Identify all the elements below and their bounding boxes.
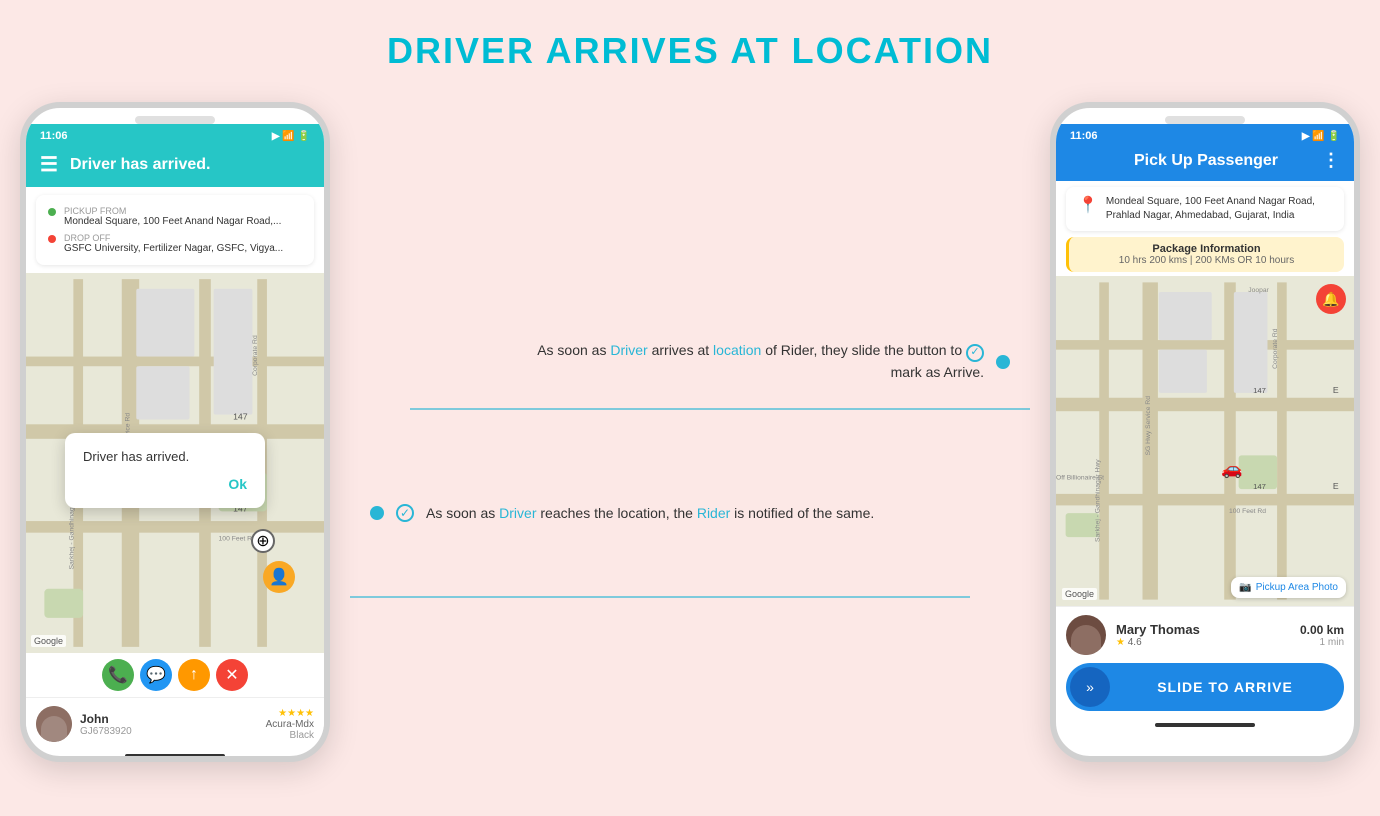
left-time: 11:06 — [40, 130, 68, 142]
google-logo-right: Google — [1062, 588, 1097, 600]
call-button[interactable]: 📞 — [102, 659, 134, 691]
pickup-label: PICKUP FROM — [64, 206, 281, 216]
bottom-check-icon: ✓ — [396, 504, 414, 522]
phone-notch-left — [135, 116, 215, 124]
bottom-annotation-dot — [370, 506, 384, 520]
top-annotation-dot — [996, 355, 1010, 369]
distance-time: 1 min — [1300, 637, 1344, 648]
menu-icon[interactable]: ☰ — [40, 152, 58, 177]
message-button[interactable]: 💬 — [140, 659, 172, 691]
driver-avatar — [36, 706, 72, 742]
right-home-indicator — [1155, 723, 1255, 727]
alert-bell-icon[interactable]: 🔔 — [1316, 284, 1346, 314]
driver-name: John — [80, 712, 132, 726]
svg-text:147: 147 — [233, 411, 248, 421]
phone-left: 11:06 ▶ 📶 🔋 ☰ Driver has arrived. PICKUP… — [20, 102, 330, 762]
left-status-icons: ▶ 📶 🔋 — [272, 131, 310, 142]
car-color: Black — [266, 730, 314, 741]
car-model: Acura-Mdx — [266, 719, 314, 730]
google-logo-left: Google — [31, 635, 66, 647]
driver-info-bar: John GJ6783920 ★★★★ Acura-Mdx Black — [26, 697, 324, 750]
user-location-pin: 👤 — [263, 561, 295, 593]
svg-text:Joopar: Joopar — [1248, 287, 1269, 294]
pickup-area-label: Pickup Area Photo — [1256, 582, 1338, 593]
rider-info: Mary Thomas ★ 4.6 0.00 km 1 min — [1066, 615, 1344, 655]
top-annotation-text: As soon as Driver arrives at location of… — [537, 340, 984, 382]
dropoff-address: GSFC University, Fertilizer Nagar, GSFC,… — [64, 243, 283, 254]
annotation-area: As soon as Driver arrives at location of… — [350, 300, 1030, 563]
dialog-ok-button[interactable]: Ok — [83, 476, 247, 492]
right-header-title: Pick Up Passenger — [1134, 152, 1278, 170]
content-area: 11:06 ▶ 📶 🔋 ☰ Driver has arrived. PICKUP… — [20, 102, 1360, 762]
rating-star-icon: ★ — [1116, 637, 1125, 648]
center-marker: ⊕ — [251, 529, 275, 553]
svg-text:🚗: 🚗 — [1221, 459, 1243, 479]
share-button[interactable]: ↑ — [178, 659, 210, 691]
cancel-button[interactable]: ✕ — [216, 659, 248, 691]
right-address-card: 📍 Mondeal Square, 100 Feet Anand Nagar R… — [1066, 187, 1344, 231]
top-annotation: As soon as Driver arrives at location of… — [370, 340, 1010, 382]
right-bottom-panel: Mary Thomas ★ 4.6 0.00 km 1 min » SLIDE … — [1056, 606, 1354, 719]
distance-km: 0.00 km — [1300, 623, 1344, 637]
package-detail: 10 hrs 200 kms | 200 KMs OR 10 hours — [1081, 255, 1332, 266]
dialog-text: Driver has arrived. — [83, 449, 247, 464]
right-header: Pick Up Passenger ⋮ — [1056, 144, 1354, 181]
svg-text:147: 147 — [1253, 386, 1266, 395]
slide-to-arrive-button[interactable]: » SLIDE TO ARRIVE — [1066, 663, 1344, 711]
svg-text:SG Hwy Service Rd: SG Hwy Service Rd — [1145, 396, 1152, 456]
bottom-annotation-text: As soon as Driver reaches the location, … — [426, 503, 874, 524]
driver-stars: ★★★★ — [266, 708, 314, 719]
rider-name: Mary Thomas — [1116, 622, 1200, 637]
location-pin-icon: 📍 — [1078, 195, 1098, 215]
svg-text:147: 147 — [1253, 482, 1266, 491]
arrival-dialog: Driver has arrived. Ok — [65, 433, 265, 508]
pickup-address-right: Mondeal Square, 100 Feet Anand Nagar Roa… — [1106, 195, 1332, 223]
rating-value: 4.6 — [1128, 637, 1142, 648]
pickup-address: Mondeal Square, 100 Feet Anand Nagar Roa… — [64, 216, 281, 227]
dropoff-dot — [48, 235, 56, 243]
driver-details: John GJ6783920 — [36, 706, 132, 742]
left-status-bar: 11:06 ▶ 📶 🔋 — [26, 124, 324, 144]
rider-avatar — [1066, 615, 1106, 655]
page-title: DRIVER ARRIVES AT LOCATION — [387, 30, 993, 72]
slide-label: SLIDE TO ARRIVE — [1110, 679, 1340, 695]
right-status-icons: ▶ 📶 🔋 — [1302, 131, 1340, 142]
right-map: SG Hwy Service Rd Sarkhej - Gandhinagar … — [1056, 276, 1354, 606]
distance-info: 0.00 km 1 min — [1300, 623, 1344, 648]
pickup-dot — [48, 208, 56, 216]
svg-text:Off Billionaire St: Off Billionaire St — [1056, 474, 1104, 481]
right-map-svg: SG Hwy Service Rd Sarkhej - Gandhinagar … — [1056, 276, 1354, 606]
pickup-area-photo-button[interactable]: 📷 Pickup Area Photo — [1231, 577, 1346, 598]
svg-text:Corporate Rd: Corporate Rd — [252, 335, 259, 376]
left-home-indicator — [125, 754, 225, 758]
driver-plate: GJ6783920 — [80, 726, 132, 737]
right-time: 11:06 — [1070, 130, 1098, 142]
left-address-card: PICKUP FROM Mondeal Square, 100 Feet Ana… — [36, 195, 314, 265]
svg-text:Sarkhej - Gandhinagar Hwy: Sarkhej - Gandhinagar Hwy — [1094, 459, 1101, 542]
phone-right: 11:06 ▶ 📶 🔋 Pick Up Passenger ⋮ 📍 Mondea… — [1050, 102, 1360, 762]
right-status-bar: 11:06 ▶ 📶 🔋 — [1056, 124, 1354, 144]
package-title: Package Information — [1081, 243, 1332, 255]
left-map: SG Hwy Service Rd Sarkhej - Gandhinagar … — [25, 273, 325, 653]
svg-text:Corporate Rd: Corporate Rd — [1272, 328, 1279, 369]
slide-handle: » — [1070, 667, 1110, 707]
left-action-buttons: 📞 💬 ↑ ✕ — [26, 653, 324, 697]
phone-notch-right — [1165, 116, 1245, 124]
camera-icon: 📷 — [1239, 582, 1251, 593]
package-info: Package Information 10 hrs 200 kms | 200… — [1066, 237, 1344, 272]
dropoff-label: DROP OFF — [64, 233, 283, 243]
top-annotation-line — [410, 408, 1030, 410]
svg-text:E: E — [1333, 481, 1339, 491]
more-icon[interactable]: ⋮ — [1322, 150, 1340, 171]
svg-text:100 Feet Rd: 100 Feet Rd — [1229, 508, 1266, 515]
left-header-title: Driver has arrived. — [70, 156, 211, 174]
bottom-annotation: ✓ As soon as Driver reaches the location… — [370, 503, 1010, 524]
left-header: ☰ Driver has arrived. — [26, 144, 324, 187]
svg-text:E: E — [1333, 385, 1339, 395]
bottom-annotation-line — [350, 596, 970, 598]
rider-rating: ★ 4.6 — [1116, 637, 1200, 648]
